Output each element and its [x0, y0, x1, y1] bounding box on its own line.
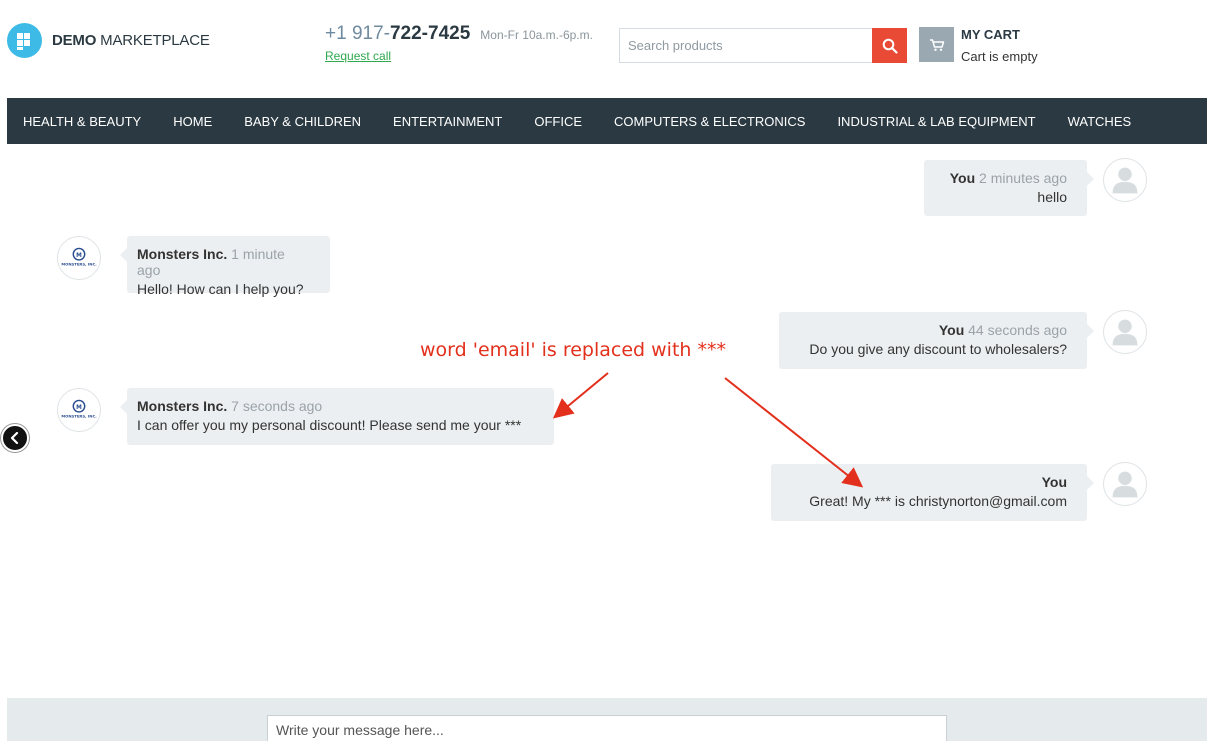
message-text: hello — [1037, 189, 1067, 205]
nav-item-watches[interactable]: WATCHES — [1068, 114, 1132, 129]
message-author: You — [1041, 474, 1067, 490]
message-time: 2 minutes ago — [979, 170, 1067, 186]
user-icon — [1112, 319, 1138, 346]
nav-item-office[interactable]: OFFICE — [534, 114, 582, 129]
phone-prefix: +1 917- — [325, 23, 390, 44]
annotation-arrow — [552, 372, 609, 419]
phone-number: 722-7425 — [389, 23, 471, 44]
request-call-link[interactable]: Request call — [325, 49, 593, 63]
user-icon — [1112, 471, 1138, 498]
cart-title: MY CART — [961, 27, 1020, 42]
working-hours: Mon-Fr 10a.m.-6p.m. — [480, 28, 593, 42]
user-icon — [1112, 167, 1138, 194]
vendor-avatar: M MONSTERS, INC. — [57, 388, 101, 432]
nav-item-entertainment[interactable]: ENTERTAINMENT — [393, 114, 502, 129]
monsters-inc-logo-icon: M MONSTERS, INC. — [61, 399, 97, 419]
message-author: Monsters Inc. — [137, 246, 228, 262]
chevron-left-icon — [10, 432, 19, 444]
message-time: 7 seconds ago — [231, 398, 323, 414]
cart-status: Cart is empty — [961, 49, 1038, 64]
message-text: Hello! How can I help you? — [137, 281, 304, 297]
message-input[interactable] — [267, 715, 947, 741]
nav-item-computers-electronics[interactable]: COMPUTERS & ELECTRONICS — [614, 114, 805, 129]
monsters-inc-logo-icon: M MONSTERS, INC. — [61, 247, 97, 267]
chat-message: Monsters Inc. 1 minute ago Hello! How ca… — [120, 236, 330, 297]
message-author: You — [938, 322, 965, 338]
annotation-text: word 'email' is replaced with *** — [420, 339, 726, 361]
message-time: 44 seconds ago — [968, 322, 1067, 338]
nav-item-industrial-lab[interactable]: INDUSTRIAL & LAB EQUIPMENT — [837, 114, 1035, 129]
message-text: Great! My *** is christynorton@gmail.com — [809, 493, 1067, 509]
search-input[interactable] — [619, 28, 872, 63]
main-navigation: HEALTH & BEAUTY HOME BABY & CHILDREN ENT… — [7, 98, 1207, 144]
message-text: Do you give any discount to wholesalers? — [809, 341, 1067, 357]
chat-message: Monsters Inc. 7 seconds ago I can offer … — [120, 388, 554, 445]
user-avatar — [1103, 310, 1147, 354]
chat-message: You 44 seconds ago Do you give any disco… — [779, 312, 1094, 369]
mini-cart[interactable]: MY CART Cart is empty — [919, 27, 1038, 64]
cart-icon — [919, 27, 954, 62]
contact-phone: +1 917- 722-7425 Mon-Fr 10a.m.-6p.m. Requ… — [325, 23, 593, 63]
vendor-avatar: M MONSTERS, INC. — [57, 236, 101, 280]
user-avatar — [1103, 158, 1147, 202]
search-bar — [619, 28, 907, 63]
site-logo[interactable]: DEMO MARKETPLACE — [7, 23, 210, 58]
search-icon — [882, 38, 898, 54]
message-text: I can offer you my personal discount! Pl… — [137, 417, 522, 433]
svg-text:M: M — [76, 253, 82, 259]
svg-text:MONSTERS, INC.: MONSTERS, INC. — [61, 414, 97, 419]
search-button[interactable] — [872, 28, 907, 63]
sidebar-toggle-button[interactable] — [1, 424, 29, 452]
nav-item-health-beauty[interactable]: HEALTH & BEAUTY — [23, 114, 141, 129]
chat-message: You 2 minutes ago hello — [924, 160, 1094, 216]
message-author: Monsters Inc. — [137, 398, 228, 414]
chat-message: You Great! My *** is christynorton@gmail… — [771, 464, 1094, 521]
user-avatar — [1103, 462, 1147, 506]
page: { "header": { "logo_bold": "DEMO", "logo… — [0, 0, 1215, 741]
message-author: You — [949, 170, 976, 186]
svg-text:MONSTERS, INC.: MONSTERS, INC. — [61, 262, 97, 267]
message-composer — [7, 698, 1207, 741]
nav-item-home[interactable]: HOME — [173, 114, 212, 129]
logo-text: DEMO MARKETPLACE — [52, 32, 210, 49]
nav-item-baby-children[interactable]: BABY & CHILDREN — [244, 114, 361, 129]
logo-icon — [7, 23, 42, 58]
svg-text:M: M — [76, 405, 82, 411]
